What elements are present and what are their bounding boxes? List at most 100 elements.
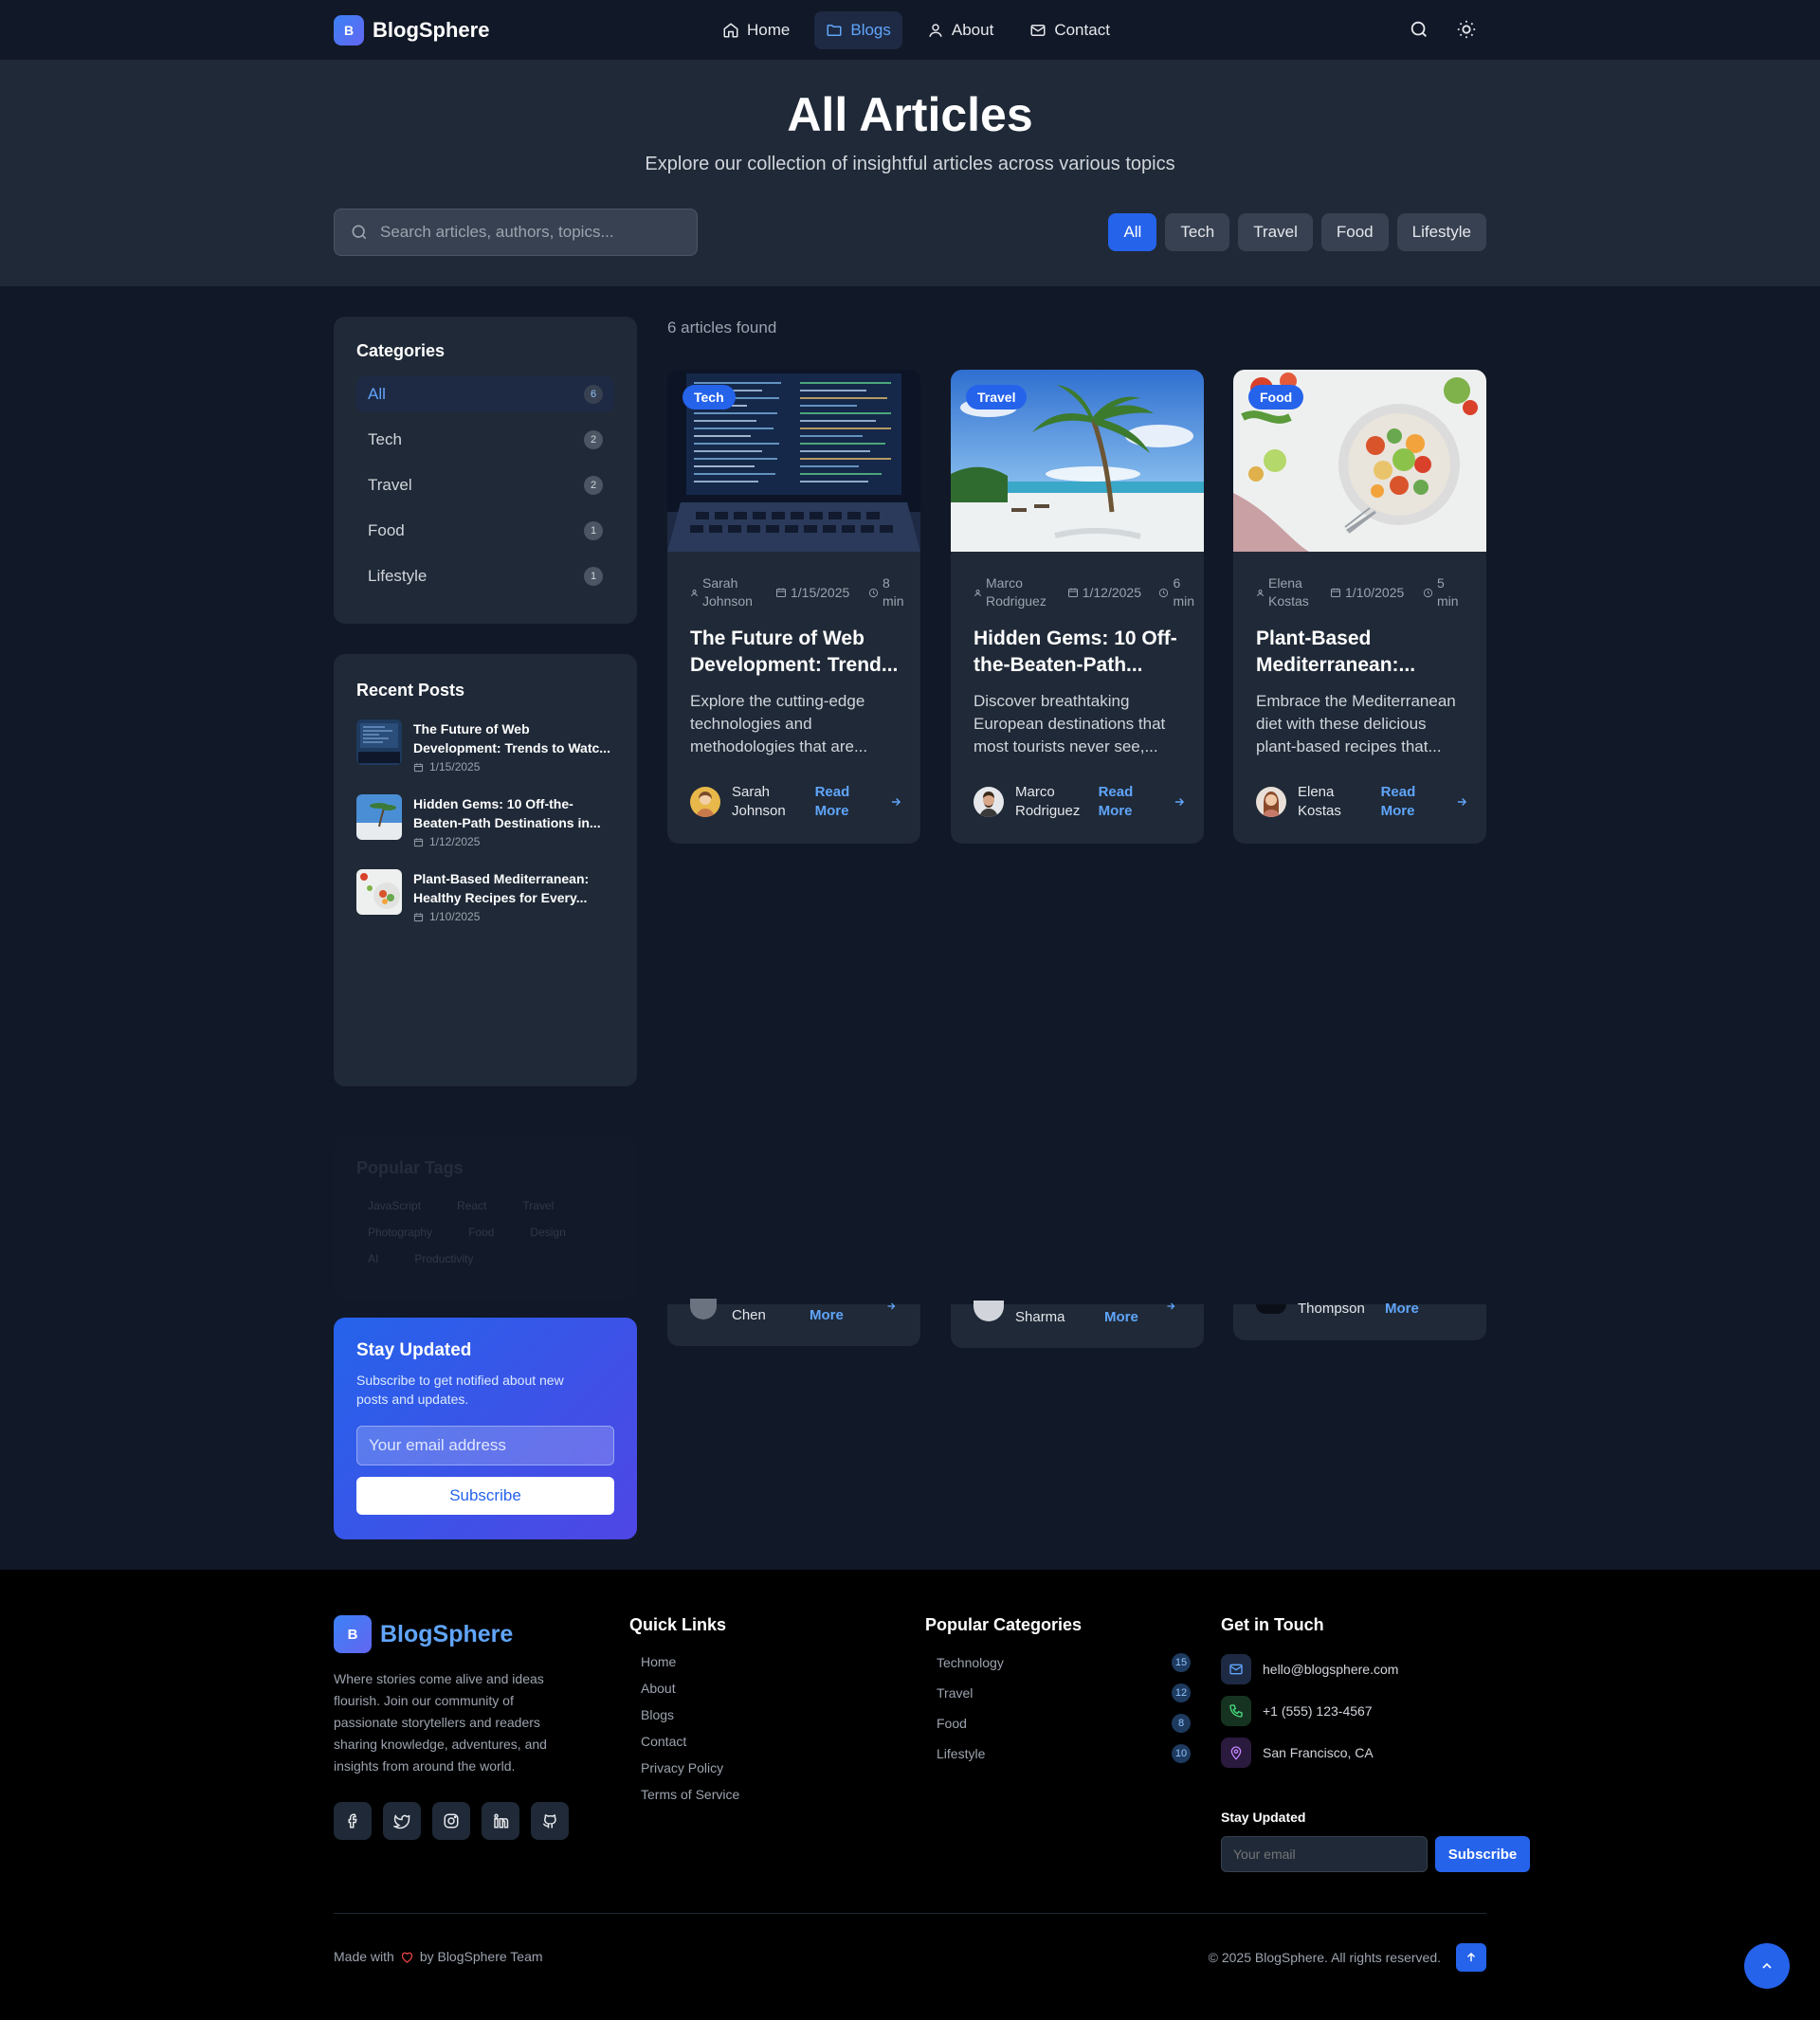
made-with-prefix: Made with (334, 1949, 394, 1964)
footer-stay-updated-title: Stay Updated (1221, 1810, 1306, 1825)
user-small-icon (690, 589, 699, 597)
meta-author: Sarah Johnson (702, 574, 753, 610)
tag-list: JavaScript React Travel Photography Food… (356, 1197, 584, 1267)
arrow-right-icon[interactable] (1173, 795, 1186, 809)
article-card[interactable]: Travel Marco Rodriguez 1/12/2025 6 min Hid… (951, 370, 1204, 844)
footer-link-blogs[interactable]: Blogs (629, 1707, 739, 1723)
footer-link-terms[interactable]: Terms of Service (629, 1787, 739, 1803)
recent-post[interactable]: The Future of Web Development: Trends to… (356, 719, 614, 773)
made-with-suffix: by BlogSphere Team (419, 1949, 543, 1964)
footer-link-about[interactable]: About (629, 1681, 739, 1697)
search-input[interactable] (380, 223, 683, 242)
read-more-link[interactable]: Read More (815, 783, 870, 821)
footer-bottom-right: © 2025 BlogSphere. All rights reserved. (1209, 1943, 1486, 1972)
tag-item[interactable]: JavaScript (356, 1197, 432, 1214)
read-more-link[interactable]: More (1385, 1301, 1419, 1317)
tag-item[interactable]: Photography (356, 1224, 444, 1241)
footer-category-item[interactable]: Lifestyle 10 (925, 1743, 1191, 1764)
heart-icon (400, 1950, 414, 1964)
article-title[interactable]: Plant-Based Mediterranean:... (1256, 626, 1468, 679)
read-more-link[interactable]: Read More (1381, 783, 1436, 821)
footer-logo[interactable]: B BlogSphere (334, 1615, 571, 1653)
newsletter-email-input[interactable] (356, 1426, 614, 1465)
filter-lifestyle[interactable]: Lifestyle (1396, 213, 1486, 251)
filter-food[interactable]: Food (1320, 213, 1389, 251)
tag-item[interactable]: Food (457, 1224, 505, 1241)
arrow-right-icon[interactable] (889, 795, 902, 809)
brand-logo[interactable]: B BlogSphere (334, 15, 489, 45)
category-item-food[interactable]: Food 1 (356, 513, 614, 549)
footer-link-home[interactable]: Home (629, 1654, 739, 1670)
mail-icon (1029, 22, 1046, 39)
category-count: 2 (584, 430, 603, 449)
footer-category-item[interactable]: Food 8 (925, 1713, 1191, 1734)
footer-link-contact[interactable]: Contact (629, 1734, 739, 1750)
arrow-up-icon[interactable] (1456, 1943, 1486, 1972)
twitter-icon[interactable] (383, 1802, 421, 1840)
article-card[interactable]: Food Elena Kostas 1/10/2025 5 min Plant-Ba… (1233, 370, 1486, 844)
meta-read-time: 6 min (1173, 574, 1194, 610)
article-card[interactable]: Tech Sarah Johnson 1/15/2025 8 min The Fut… (667, 370, 920, 844)
article-excerpt: Explore the cutting-edge technologies an… (690, 692, 868, 755)
newsletter-subscribe-button[interactable]: Subscribe (356, 1477, 614, 1515)
author-name: Chen (732, 1307, 766, 1323)
nav-home[interactable]: Home (711, 11, 801, 49)
recent-post-date-text: 1/15/2025 (429, 760, 481, 773)
loading-card-footer[interactable]: Sharma More (951, 1301, 1204, 1348)
meta-author-last: Johnson (702, 593, 753, 609)
recent-post-date: 1/10/2025 (413, 910, 612, 923)
footer-email-input[interactable] (1221, 1836, 1428, 1872)
github-icon[interactable] (531, 1802, 569, 1840)
filter-tech[interactable]: Tech (1165, 213, 1230, 251)
article-title[interactable]: Hidden Gems: 10 Off-the-Beaten-Path... (974, 626, 1186, 679)
category-item-all[interactable]: All 6 (356, 376, 614, 412)
search-box[interactable] (334, 209, 698, 256)
newsletter-panel: Stay Updated Subscribe to get notified a… (334, 1318, 637, 1539)
meta-author-first: Elena (1268, 575, 1302, 591)
tag-item[interactable]: Travel (511, 1197, 565, 1214)
contact-location: San Francisco, CA (1221, 1738, 1530, 1768)
footer-subscribe-button[interactable]: Subscribe (1435, 1836, 1530, 1872)
category-item-lifestyle[interactable]: Lifestyle 1 (356, 558, 614, 594)
loading-card-footer[interactable]: Thompson More (1233, 1301, 1486, 1340)
meta-date: 1/10/2025 (1345, 584, 1405, 600)
contact-phone[interactable]: +1 (555) 123-4567 (1221, 1696, 1530, 1726)
category-item-tech[interactable]: Tech 2 (356, 422, 614, 458)
arrow-right-icon[interactable] (1455, 795, 1468, 809)
recent-post[interactable]: Plant-Based Mediterranean: Healthy Recip… (356, 869, 614, 923)
scroll-to-top-button[interactable] (1744, 1943, 1790, 1989)
contact-email[interactable]: hello@blogsphere.com (1221, 1654, 1530, 1684)
nav-about[interactable]: About (916, 11, 1005, 49)
article-title[interactable]: The Future of Web Development: Trend... (690, 626, 902, 679)
filter-travel[interactable]: Travel (1238, 213, 1313, 251)
nav-blogs[interactable]: Blogs (814, 11, 902, 49)
read-more-link[interactable]: Read More (1099, 783, 1154, 821)
footer-category-item[interactable]: Travel 12 (925, 1683, 1191, 1703)
facebook-icon[interactable] (334, 1802, 372, 1840)
footer-about-text: Where stories come alive and ideas flour… (334, 1671, 547, 1774)
calendar-icon (1330, 587, 1341, 598)
instagram-icon[interactable] (432, 1802, 470, 1840)
arrow-right-icon[interactable] (1165, 1301, 1176, 1312)
nav-contact[interactable]: Contact (1018, 11, 1121, 49)
recent-post[interactable]: Hidden Gems: 10 Off-the-Beaten-Path Dest… (356, 794, 614, 848)
footer-link-privacy[interactable]: Privacy Policy (629, 1760, 739, 1776)
arrow-right-icon[interactable] (885, 1301, 897, 1312)
category-label: All (368, 385, 386, 403)
read-time-value: 8 (883, 575, 890, 591)
article-tag: Travel (966, 385, 1028, 409)
filter-all[interactable]: All (1108, 213, 1157, 251)
tag-item[interactable]: Productivity (403, 1250, 484, 1267)
category-item-travel[interactable]: Travel 2 (356, 467, 614, 503)
footer-category-item[interactable]: Technology 15 (925, 1652, 1191, 1673)
search-icon[interactable] (1409, 19, 1429, 40)
loading-card-footer[interactable]: Chen More (667, 1299, 920, 1346)
tag-item[interactable]: AI (356, 1250, 390, 1267)
read-more-link[interactable]: More (810, 1307, 844, 1323)
read-more-link[interactable]: More (1104, 1309, 1138, 1325)
popular-tags-panel: Popular Tags JavaScript React Travel Pho… (334, 1136, 637, 1299)
linkedin-icon[interactable] (482, 1802, 519, 1840)
tag-item[interactable]: Design (519, 1224, 576, 1241)
tag-item[interactable]: React (446, 1197, 498, 1214)
sun-icon[interactable] (1456, 19, 1477, 40)
